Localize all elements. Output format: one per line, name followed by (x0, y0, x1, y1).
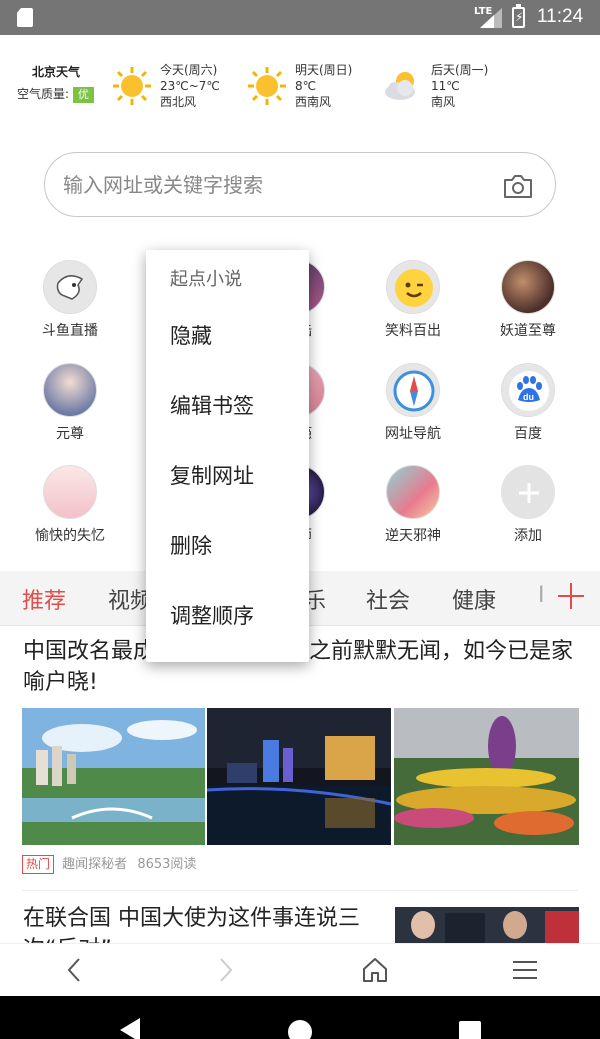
camera-icon[interactable] (503, 173, 533, 199)
baidu-icon: du (501, 363, 555, 417)
news-meta: 热门 趣闻探秘者 8653阅读 (22, 853, 196, 874)
search-bar[interactable] (44, 152, 556, 217)
plus-icon (501, 465, 555, 519)
tab-recommend[interactable]: 推荐 (22, 583, 66, 615)
menu-item-edit-bookmark[interactable]: 编辑书签 (146, 371, 309, 441)
news-title[interactable]: 在联合国 中国大使为这件事连说三次“反对” (23, 903, 383, 943)
back-icon[interactable] (60, 955, 90, 985)
forward-icon[interactable] (210, 955, 240, 985)
bookmark-douyu[interactable]: 斗鱼直播 (13, 260, 127, 355)
bookmark-label: 愉快的失忆 (35, 528, 105, 544)
wink-emoji-icon (386, 260, 440, 314)
hot-badge: 热门 (22, 855, 55, 874)
bookmark-xiaoliao[interactable]: 笑料百出 (356, 260, 470, 355)
bookmark-nav[interactable]: 网址导航 (356, 363, 470, 458)
news-source: 趣闻探秘者 (62, 857, 128, 872)
novel-cover-icon (501, 260, 555, 314)
douyu-icon (43, 260, 97, 314)
bookmark-label: 网址导航 (385, 426, 441, 442)
weather-day-today: 今天(周六) 23℃~7℃ 西北风 (112, 62, 232, 122)
menu-item-reorder[interactable]: 调整顺序 (146, 581, 309, 651)
bookmark-yaodao[interactable]: 妖道至尊 (471, 260, 585, 355)
search-input[interactable] (63, 171, 483, 199)
air-quality-label: 空气质量: (17, 87, 70, 101)
status-bar: LTE ⚡ 11:24 (0, 0, 600, 35)
bookmark-label: 笑料百出 (385, 323, 441, 339)
svg-text:du: du (523, 392, 534, 402)
news-image-1[interactable] (22, 708, 205, 845)
news-image-4[interactable] (395, 907, 579, 943)
tab-society[interactable]: 社会 (366, 583, 410, 615)
weather-day-tomorrow: 明天(周日) 8℃ 西南风 (247, 62, 367, 122)
novel-cover-icon (43, 363, 97, 417)
news-reads: 8653阅读 (137, 857, 197, 872)
bookmark-label: 斗鱼直播 (42, 323, 98, 339)
bookmark-label: 逆天邪神 (385, 528, 441, 544)
battery-icon: ⚡ (512, 4, 525, 28)
partly-cloudy-icon (385, 72, 415, 100)
menu-item-hide[interactable]: 隐藏 (146, 301, 309, 371)
weather-day-label: 明天(周日) (295, 63, 353, 77)
nav-home-icon[interactable] (286, 1018, 314, 1039)
bookmark-label: 妖道至尊 (500, 323, 556, 339)
sun-icon (113, 67, 151, 105)
air-quality: 空气质量: 优 (17, 85, 94, 103)
add-tab-icon[interactable] (556, 581, 586, 611)
news-image-2[interactable] (207, 708, 391, 845)
weather-city: 北京天气 (32, 65, 81, 79)
sd-card-icon (17, 8, 33, 27)
home-icon[interactable] (360, 955, 390, 985)
bookmark-add[interactable]: 添加 (471, 465, 585, 560)
tab-more[interactable]: I (538, 583, 545, 608)
clock: 11:24 (537, 6, 584, 27)
signal-icon (480, 8, 502, 28)
news-image-3[interactable] (394, 708, 579, 845)
bookmark-yuanzun[interactable]: 元尊 (13, 363, 127, 458)
novel-cover-icon (386, 465, 440, 519)
air-quality-badge: 优 (72, 87, 94, 103)
menu-icon[interactable] (510, 955, 540, 985)
weather-temp: 11℃ (431, 79, 460, 93)
weather-temp: 8℃ (295, 79, 317, 93)
system-nav-bar (0, 996, 600, 1039)
bookmark-label: 百度 (514, 426, 542, 442)
menu-item-delete[interactable]: 删除 (146, 511, 309, 581)
bookmark-context-menu: 起点小说 隐藏 编辑书签 复制网址 删除 调整顺序 (146, 250, 309, 662)
weather-day-label: 后天(周一) (431, 63, 489, 77)
context-menu-title: 起点小说 (170, 269, 242, 290)
bookmark-label: 元尊 (56, 426, 84, 442)
bottom-toolbar (0, 943, 600, 996)
comic-cover-icon (43, 465, 97, 519)
weather-temp: 23℃~7℃ (160, 79, 220, 93)
weather-wind: 西北风 (160, 95, 197, 109)
tab-health[interactable]: 健康 (452, 583, 496, 615)
weather-wind: 西南风 (295, 95, 332, 109)
sun-icon (248, 67, 286, 105)
bookmark-nitian[interactable]: 逆天邪神 (356, 465, 470, 560)
nav-back-icon[interactable] (116, 1018, 144, 1039)
menu-item-copy-url[interactable]: 复制网址 (146, 441, 309, 511)
bookmark-yukuai[interactable]: 愉快的失忆 (13, 465, 127, 560)
weather-widget[interactable]: 北京天气 空气质量: 优 今天(周六) 23℃~7℃ 西北风 明天(周日) 8℃… (0, 35, 600, 135)
weather-day-after-tomorrow: 后天(周一) 11℃ 南风 (383, 62, 503, 122)
weather-day-label: 今天(周六) (160, 63, 218, 77)
nav-recents-icon[interactable] (458, 1020, 482, 1039)
bookmark-baidu[interactable]: du 百度 (471, 363, 585, 458)
weather-wind: 南风 (431, 95, 456, 109)
divider (22, 890, 578, 891)
bookmark-label: 添加 (514, 528, 542, 544)
compass-icon (386, 363, 440, 417)
